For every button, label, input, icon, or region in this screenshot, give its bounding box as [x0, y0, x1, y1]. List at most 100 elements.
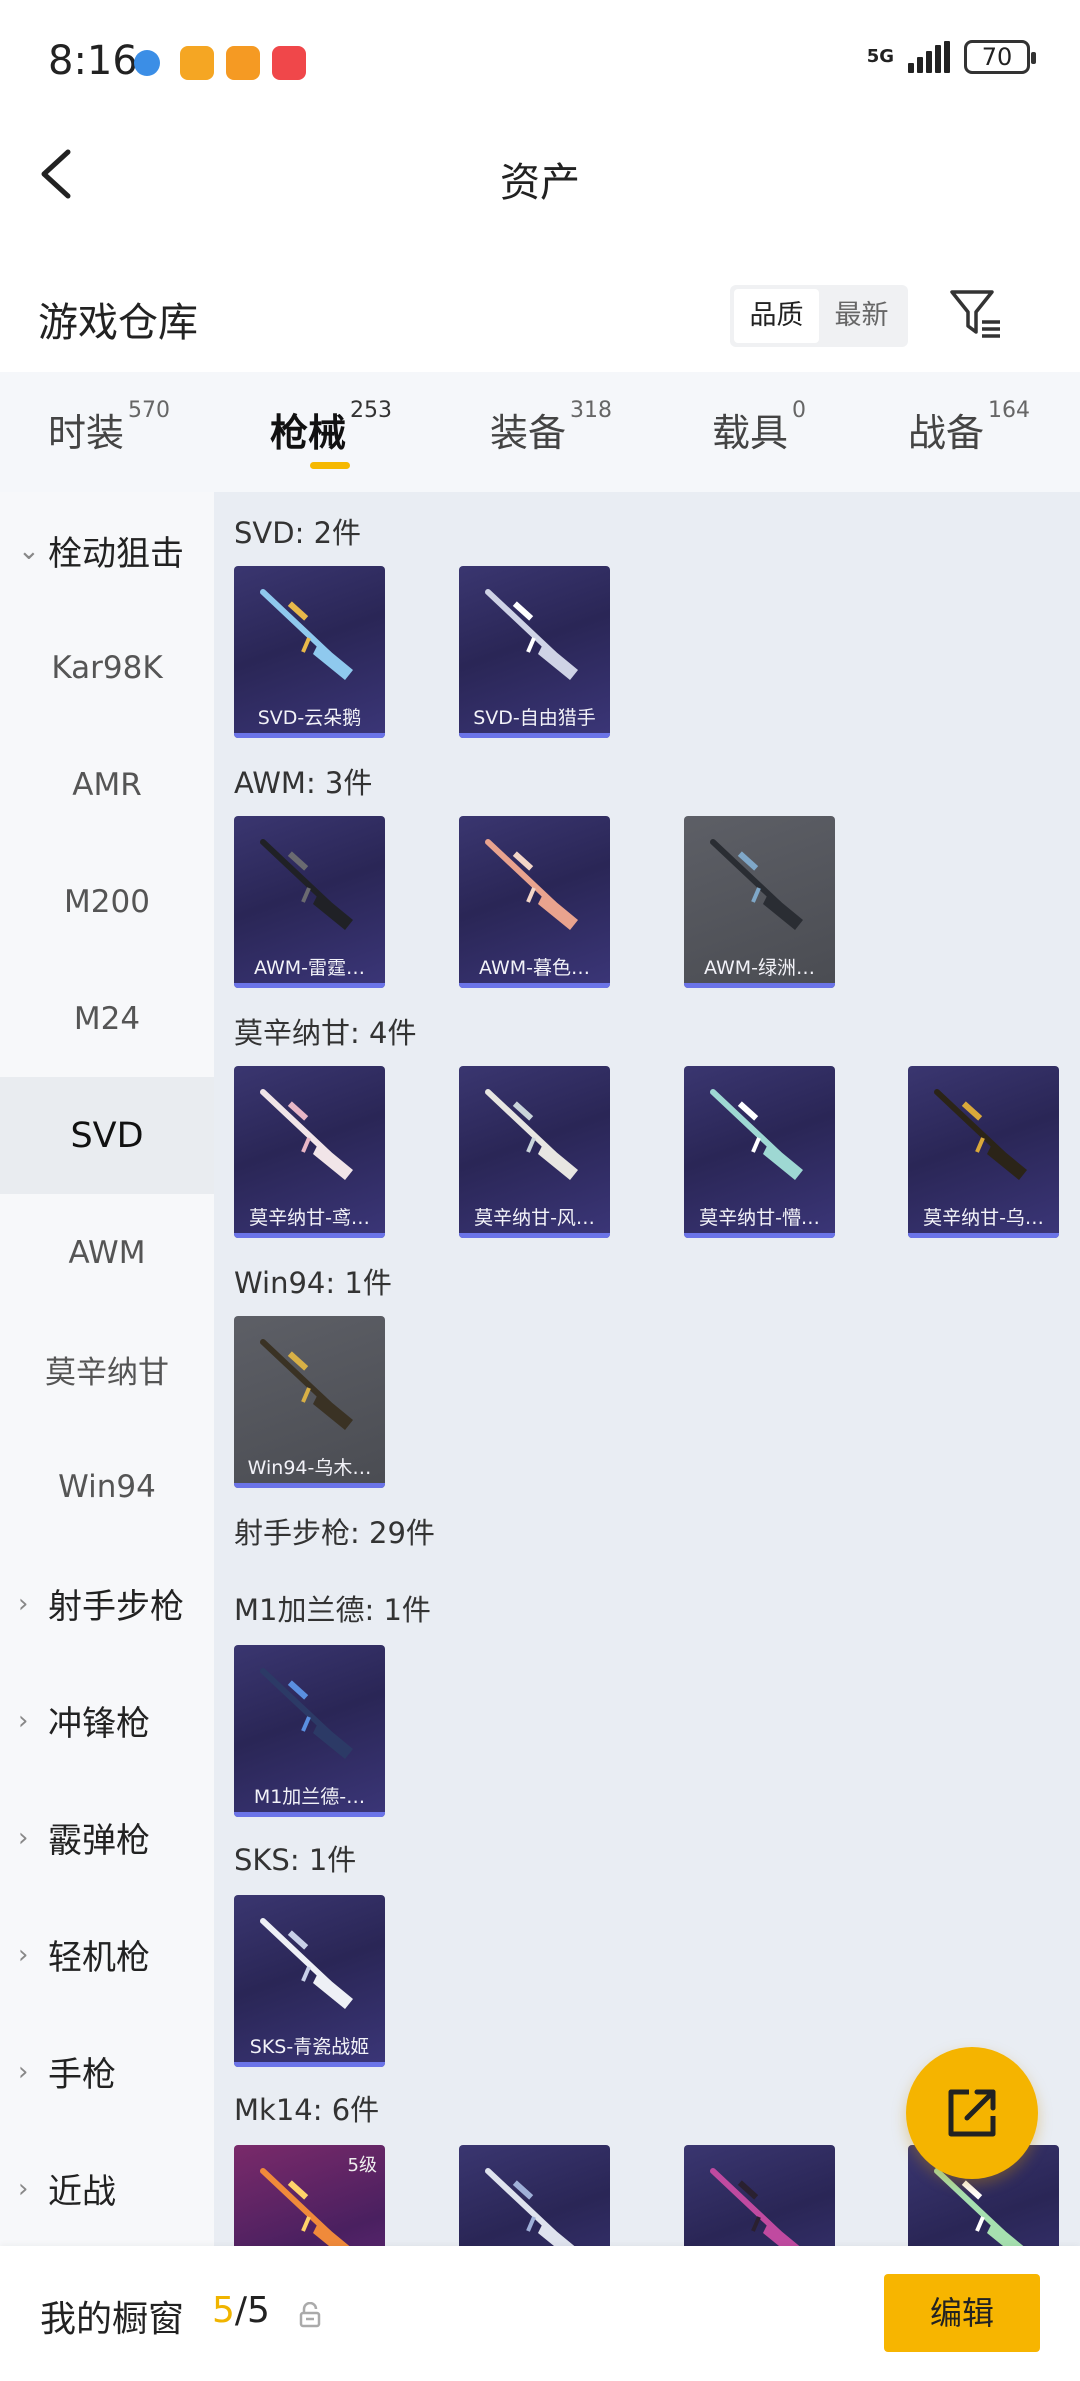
network-type: 5G — [866, 46, 894, 67]
weapon-name: 莫辛纳甘-风… — [474, 1207, 595, 1229]
weapon-card[interactable] — [459, 2145, 610, 2246]
sidebar-category-melee[interactable]: › 近战 — [0, 2130, 214, 2247]
signal-icon — [908, 41, 950, 73]
chevron-right-icon: › — [18, 1939, 29, 1970]
lock-icon — [299, 2302, 321, 2328]
weapon-card[interactable]: AWM-绿洲… — [684, 816, 835, 988]
rifle-icon — [260, 1668, 353, 1759]
filter-icon[interactable] — [948, 286, 1004, 342]
sidebar-item-kar98k[interactable]: Kar98K — [0, 609, 214, 726]
sidebar-category-pistol[interactable]: › 手枪 — [0, 2013, 214, 2130]
weapon-card[interactable]: AWM-暮色… — [459, 816, 610, 988]
rifle-icon — [710, 2168, 800, 2246]
rifle-icon — [934, 1089, 1027, 1180]
weapon-card[interactable]: SVD-云朵鹅 — [234, 566, 385, 738]
showcase-bar: 我的橱窗 5/5 编辑 — [0, 2246, 1080, 2381]
tab-vehicles[interactable]: 载具0 — [712, 398, 806, 457]
weapon-name: SVD-自由猎手 — [473, 707, 596, 729]
sidebar-item-m24[interactable]: M24 — [0, 960, 214, 1077]
category-tabs: 时装570 枪械253 装备318 载具0 战备164 — [0, 372, 1080, 492]
rifle-icon — [260, 1339, 353, 1430]
weapon-card[interactable]: 莫辛纳甘-鸢… — [234, 1066, 385, 1238]
rifle-icon — [485, 1089, 578, 1180]
chevron-right-icon: › — [18, 1705, 29, 1736]
chevron-right-icon: › — [18, 1588, 29, 1619]
red-app-icon — [272, 46, 306, 80]
rifle-icon — [260, 1918, 353, 2009]
rifle-icon — [485, 589, 578, 680]
rifle-icon — [260, 589, 353, 680]
rifle-icon — [260, 839, 353, 930]
weapon-name: 莫辛纳甘-懵… — [699, 1207, 820, 1229]
weapon-name: 莫辛纳甘-乌… — [923, 1207, 1044, 1229]
rifle-icon — [710, 839, 803, 930]
sidebar-category-marksman[interactable]: › 射手步枪 — [0, 1545, 214, 1662]
sidebar-item-win94[interactable]: Win94 — [0, 1428, 214, 1545]
weapon-card[interactable]: 5级 — [234, 2145, 385, 2246]
sort-newest-button[interactable]: 最新 — [819, 289, 904, 343]
group-label: Win94: 1件 — [234, 1266, 392, 1300]
sort-quality-button[interactable]: 品质 — [734, 289, 819, 343]
weapon-name: SVD-云朵鹅 — [257, 707, 362, 729]
yellow-app-icon — [180, 46, 214, 80]
sidebar-category-lmg[interactable]: › 轻机枪 — [0, 1896, 214, 2013]
weapon-card[interactable]: Win94-乌木… — [234, 1316, 385, 1488]
external-link-icon — [948, 2089, 996, 2137]
tab-fashion[interactable]: 时装570 — [48, 398, 170, 457]
group-label: Mk14: 6件 — [234, 2093, 380, 2127]
battery-icon: 70 — [964, 40, 1036, 74]
page-title: 资产 — [500, 160, 580, 206]
chevron-down-icon: ⌄ — [18, 535, 40, 566]
tab-supplies[interactable]: 战备164 — [908, 398, 1030, 457]
rifle-icon — [485, 2168, 575, 2246]
tab-guns[interactable]: 枪械253 — [270, 398, 392, 457]
rifle-icon — [260, 1089, 353, 1180]
sidebar-item-amr[interactable]: AMR — [0, 726, 214, 843]
weapon-card[interactable]: SKS-青瓷战姬 — [234, 1895, 385, 2067]
sidebar-item-m200[interactable]: M200 — [0, 843, 214, 960]
warehouse-title: 游戏仓库 — [38, 300, 198, 346]
showcase-label: 我的橱窗 — [40, 2299, 185, 2340]
weapon-sidebar: ⌄ 栓动狙击 Kar98K AMR M200 M24 SVD AWM 莫辛纳甘 … — [0, 492, 214, 2246]
weapon-name: Win94-乌木… — [247, 1457, 372, 1479]
weapon-card[interactable]: 莫辛纳甘-风… — [459, 1066, 610, 1238]
status-indicators: 5G 70 — [866, 40, 1036, 74]
group-label: AWM: 3件 — [234, 766, 373, 800]
tab-equipment[interactable]: 装备318 — [490, 398, 612, 457]
group-label: 射手步枪: 29件 — [234, 1516, 435, 1550]
chevron-right-icon: › — [18, 2173, 29, 2204]
weapon-name: 莫辛纳甘-鸢… — [249, 1207, 370, 1229]
level-badge: 5级 — [347, 2155, 377, 2176]
weapon-card[interactable]: AWM-雷霆… — [234, 816, 385, 988]
weapon-card[interactable]: SVD-自由猎手 — [459, 566, 610, 738]
browser-app-icon — [134, 50, 160, 76]
group-label: M1加兰德: 1件 — [234, 1593, 431, 1627]
sidebar-category-bolt-action[interactable]: ⌄ 栓动狙击 — [0, 492, 214, 609]
sidebar-category-shotgun[interactable]: › 霰弹枪 — [0, 1779, 214, 1896]
edit-button[interactable]: 编辑 — [884, 2274, 1040, 2352]
sidebar-category-smg[interactable]: › 冲锋枪 — [0, 1662, 214, 1779]
weapon-name: SKS-青瓷战姬 — [249, 2036, 370, 2058]
rifle-icon — [485, 839, 578, 930]
weapon-card[interactable] — [684, 2145, 835, 2246]
video-app-icon — [226, 46, 260, 80]
chevron-right-icon: › — [18, 2056, 29, 2087]
sidebar-item-mosin[interactable]: 莫辛纳甘 — [0, 1311, 214, 1428]
group-label: SVD: 2件 — [234, 516, 362, 550]
tab-indicator — [310, 462, 350, 469]
weapon-name: AWM-暮色… — [479, 957, 590, 979]
sidebar-item-svd[interactable]: SVD — [0, 1077, 214, 1194]
status-time: 8:16 — [48, 38, 138, 84]
group-label: 莫辛纳甘: 4件 — [234, 1016, 417, 1050]
weapon-card[interactable]: 莫辛纳甘-乌… — [908, 1066, 1059, 1238]
sidebar-item-awm[interactable]: AWM — [0, 1194, 214, 1311]
weapon-card[interactable]: 莫辛纳甘-懵… — [684, 1066, 835, 1238]
weapon-name: M1加兰德-… — [253, 1786, 366, 1808]
weapon-grid: SVD: 2件 SVD-云朵鹅 SVD-自由猎手 AWM: 3件 AWM-雷霆… AWM-… — [214, 492, 1080, 2246]
sort-toggle: 品质 最新 — [730, 285, 908, 347]
share-button[interactable] — [906, 2047, 1038, 2179]
chevron-right-icon: › — [18, 1822, 29, 1853]
status-bar: 8:16 5G 70 — [0, 0, 1080, 120]
weapon-card[interactable]: M1加兰德-… — [234, 1645, 385, 1817]
nav-bar: 资产 — [0, 120, 1080, 230]
